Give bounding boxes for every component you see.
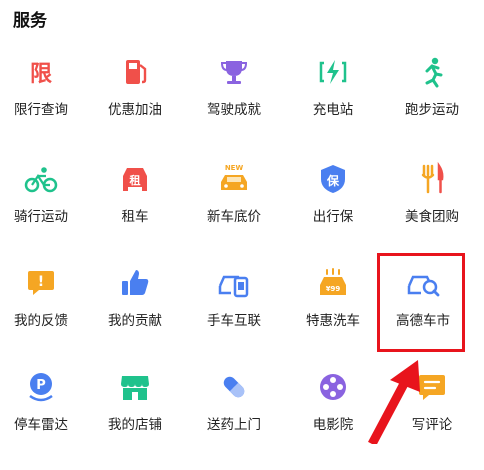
shield-icon: 保 [316,162,350,196]
charging-icon [316,55,350,89]
service-item-new-car-price[interactable]: NEW 新车底价 [186,162,282,262]
service-label: 新车底价 [207,209,261,225]
fuel-pump-icon [118,55,152,89]
svg-text:!: ! [38,274,44,290]
parking-radar-icon: P [24,370,58,404]
service-item-driving-achievement[interactable]: 驾驶成就 [186,55,282,155]
service-item-parking-radar[interactable]: P 停车雷达 [0,370,89,470]
service-label: 限行查询 [14,102,68,118]
service-item-cycling[interactable]: 骑行运动 [0,162,89,262]
service-label: 出行保 [312,209,354,225]
service-item-my-contribution[interactable]: 我的贡献 [87,266,183,366]
service-label: 驾驶成就 [207,102,261,118]
service-label: 优惠加油 [108,102,162,118]
svg-text:限: 限 [30,62,52,87]
service-item-car-wash-deal[interactable]: ¥99 特惠洗车 [285,266,381,366]
service-label: 骑行运动 [14,209,68,225]
svg-text:NEW: NEW [225,164,244,172]
service-item-restriction-query[interactable]: 限 限行查询 [0,55,89,155]
service-label: 手车互联 [207,313,261,329]
service-label: 租车 [121,209,149,225]
svg-text:P: P [36,378,46,393]
new-car-icon: NEW [217,162,251,196]
annotation-arrow [368,360,420,444]
service-item-running[interactable]: 跑步运动 [384,55,480,155]
service-item-car-rental[interactable]: 租 租车 [87,162,183,262]
rental-car-icon: 租 [118,162,152,196]
bicycle-icon [24,162,58,196]
service-label: 电影院 [312,417,354,433]
service-item-phone-car-link[interactable]: 手车互联 [186,266,282,366]
highlight-box [377,253,465,352]
feedback-icon: ! [24,266,58,300]
service-item-medicine-delivery[interactable]: 送药上门 [186,370,282,470]
service-label: 停车雷达 [14,417,68,433]
service-label: 特惠洗车 [306,313,360,329]
pill-icon [217,370,251,404]
service-label: 我的反馈 [14,313,68,329]
service-label: 送药上门 [207,417,261,433]
svg-text:租: 租 [130,174,141,187]
service-label: 我的店铺 [108,417,162,433]
service-label: 美食团购 [405,209,459,225]
food-icon [415,162,449,196]
svg-text:¥99: ¥99 [326,285,341,293]
service-item-travel-insurance[interactable]: 保 出行保 [285,162,381,262]
service-item-my-store[interactable]: 我的店铺 [87,370,183,470]
film-reel-icon [316,370,350,404]
running-icon [415,55,449,89]
phone-car-icon [217,266,251,300]
service-item-food-deals[interactable]: 美食团购 [384,162,480,262]
thumbs-up-icon [118,266,152,300]
service-label: 充电站 [312,102,354,118]
car-wash-icon: ¥99 [316,266,350,300]
service-item-fuel-discount[interactable]: 优惠加油 [87,55,183,155]
restriction-icon: 限 [24,55,58,89]
svg-text:保: 保 [326,173,340,188]
service-label: 跑步运动 [405,102,459,118]
service-item-my-feedback[interactable]: ! 我的反馈 [0,266,89,366]
service-label: 我的贡献 [108,313,162,329]
service-item-charging-station[interactable]: 充电站 [285,55,381,155]
trophy-icon [217,55,251,89]
store-icon [118,370,152,404]
